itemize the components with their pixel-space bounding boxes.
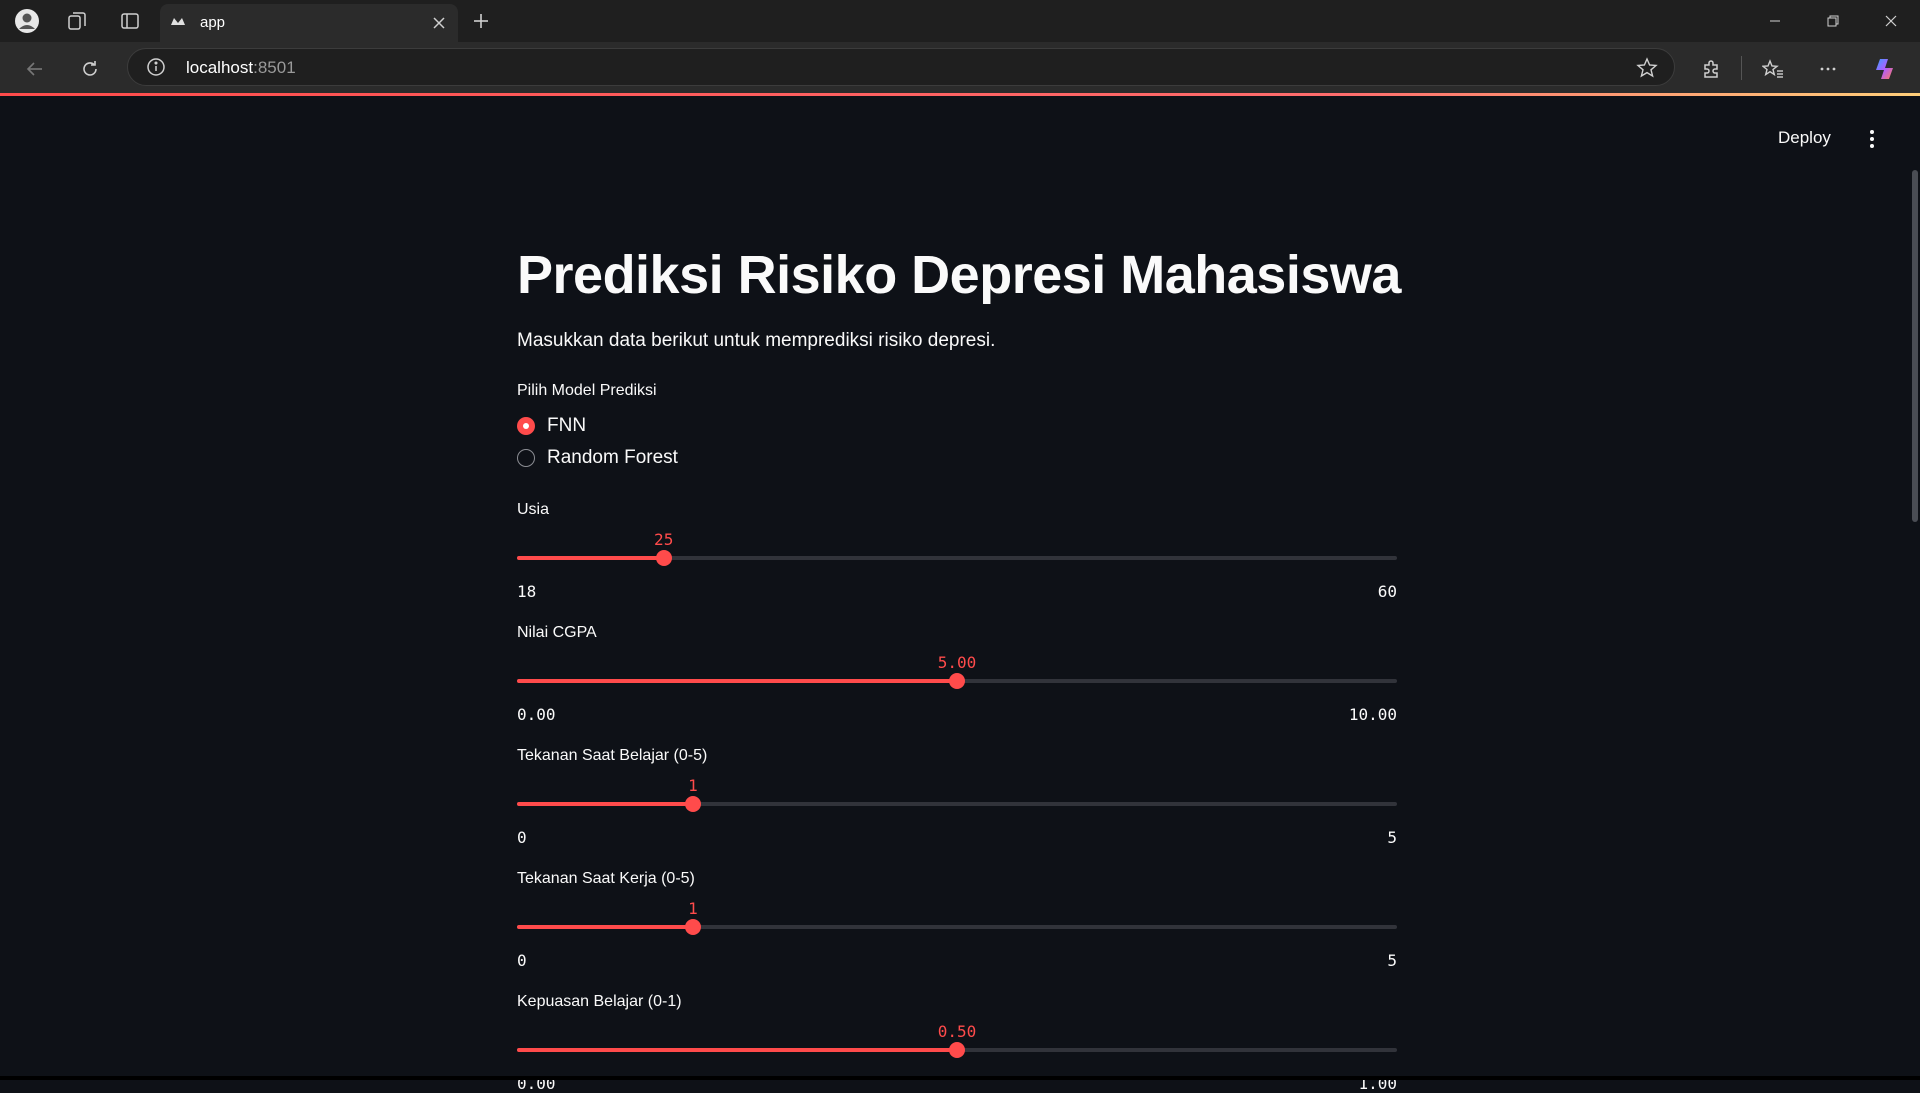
slider-thumb[interactable] bbox=[949, 673, 965, 689]
main-menu-icon[interactable] bbox=[1860, 126, 1884, 152]
slider-label-kepuasan-belajar: Kepuasan Belajar (0-1) bbox=[517, 993, 682, 1010]
radio-label: FNN bbox=[547, 415, 587, 436]
address-bar[interactable]: localhost:8501 bbox=[127, 48, 1675, 86]
slider-max: 60 bbox=[1377, 582, 1397, 601]
browser-tab[interactable]: app bbox=[160, 4, 458, 42]
slider-thumb[interactable] bbox=[949, 1042, 965, 1058]
slider-value: 1 bbox=[688, 776, 698, 795]
radio-option-random-forest[interactable]: Random Forest bbox=[517, 446, 678, 470]
reload-icon[interactable] bbox=[75, 54, 105, 84]
slider-value: 1 bbox=[688, 899, 698, 918]
radio-label: Random Forest bbox=[547, 447, 678, 468]
page-scrollbar[interactable] bbox=[1912, 170, 1918, 522]
profile-icon[interactable] bbox=[14, 8, 40, 34]
slider-label-tekanan-kerja: Tekanan Saat Kerja (0-5) bbox=[517, 870, 695, 887]
minimize-icon[interactable] bbox=[1746, 0, 1804, 42]
slider-usia[interactable]: 25 18 60 bbox=[517, 518, 1397, 601]
copilot-icon[interactable] bbox=[1870, 54, 1900, 84]
streamlit-favicon-icon bbox=[171, 18, 185, 25]
page-title: Prediksi Risiko Depresi Mahasiswa bbox=[517, 245, 1401, 305]
collections-icon[interactable] bbox=[64, 8, 90, 34]
slider-max: 10.00 bbox=[1348, 705, 1397, 724]
slider-value: 0.50 bbox=[937, 1022, 977, 1041]
model-select-label: Pilih Model Prediksi bbox=[517, 382, 657, 399]
slider-max: 5 bbox=[1387, 828, 1397, 847]
slider-min: 0 bbox=[517, 828, 527, 847]
favorites-icon[interactable] bbox=[1758, 54, 1788, 84]
slider-min: 0.00 bbox=[517, 705, 556, 724]
slider-min: 0 bbox=[517, 951, 527, 970]
more-options-icon[interactable] bbox=[1813, 54, 1843, 84]
page-subtitle: Masukkan data berikut untuk memprediksi … bbox=[517, 330, 996, 351]
window-bottom-edge bbox=[0, 1076, 1920, 1080]
slider-fill bbox=[517, 556, 664, 560]
slider-cgpa[interactable]: 5.00 0.00 10.00 bbox=[517, 641, 1397, 724]
tab-title: app bbox=[200, 14, 226, 31]
slider-value: 5.00 bbox=[937, 653, 977, 672]
address-host: localhost bbox=[186, 58, 254, 77]
slider-max: 5 bbox=[1387, 951, 1397, 970]
slider-thumb[interactable] bbox=[685, 796, 701, 812]
slider-min: 18 bbox=[517, 582, 537, 601]
radio-unchecked-icon[interactable] bbox=[517, 449, 535, 467]
slider-label-cgpa: Nilai CGPA bbox=[517, 624, 597, 641]
deploy-button[interactable]: Deploy bbox=[1772, 126, 1837, 150]
slider-kepuasan-belajar[interactable]: 0.50 0.00 1.00 bbox=[517, 1010, 1397, 1093]
browser-titlebar: app bbox=[0, 0, 1920, 42]
slider-tekanan-kerja[interactable]: 1 0 5 bbox=[517, 887, 1397, 970]
slider-thumb[interactable] bbox=[655, 550, 672, 566]
page-top-accent-bar bbox=[0, 93, 1920, 96]
site-info-icon[interactable] bbox=[146, 57, 166, 77]
slider-label-tekanan-belajar: Tekanan Saat Belajar (0-5) bbox=[517, 747, 708, 764]
slider-tekanan-belajar[interactable]: 1 0 5 bbox=[517, 764, 1397, 847]
radio-checked-icon[interactable] bbox=[517, 417, 535, 435]
slider-label-usia: Usia bbox=[517, 501, 550, 518]
restore-icon[interactable] bbox=[1804, 0, 1862, 42]
extensions-icon[interactable] bbox=[1696, 54, 1726, 84]
slider-fill bbox=[517, 679, 957, 683]
tab-actions-icon[interactable] bbox=[117, 8, 143, 34]
address-text: localhost:8501 bbox=[186, 58, 296, 78]
browser-toolbar: localhost:8501 bbox=[0, 42, 1920, 94]
new-tab-icon[interactable] bbox=[468, 8, 494, 34]
close-tab-icon[interactable] bbox=[428, 12, 450, 34]
back-arrow-icon[interactable] bbox=[20, 54, 50, 84]
slider-thumb[interactable] bbox=[685, 919, 701, 935]
slider-track[interactable] bbox=[517, 802, 1397, 806]
slider-value: 25 bbox=[654, 530, 674, 549]
slider-fill bbox=[517, 1048, 957, 1052]
slider-fill bbox=[517, 925, 693, 929]
address-port: :8501 bbox=[253, 58, 296, 77]
close-window-icon[interactable] bbox=[1862, 0, 1920, 42]
radio-option-fnn[interactable]: FNN bbox=[517, 414, 586, 438]
favorite-star-icon[interactable] bbox=[1636, 57, 1658, 79]
slider-track[interactable] bbox=[517, 925, 1397, 929]
slider-track[interactable] bbox=[517, 556, 1397, 560]
slider-fill bbox=[517, 802, 693, 806]
toolbar-divider bbox=[1741, 56, 1742, 80]
